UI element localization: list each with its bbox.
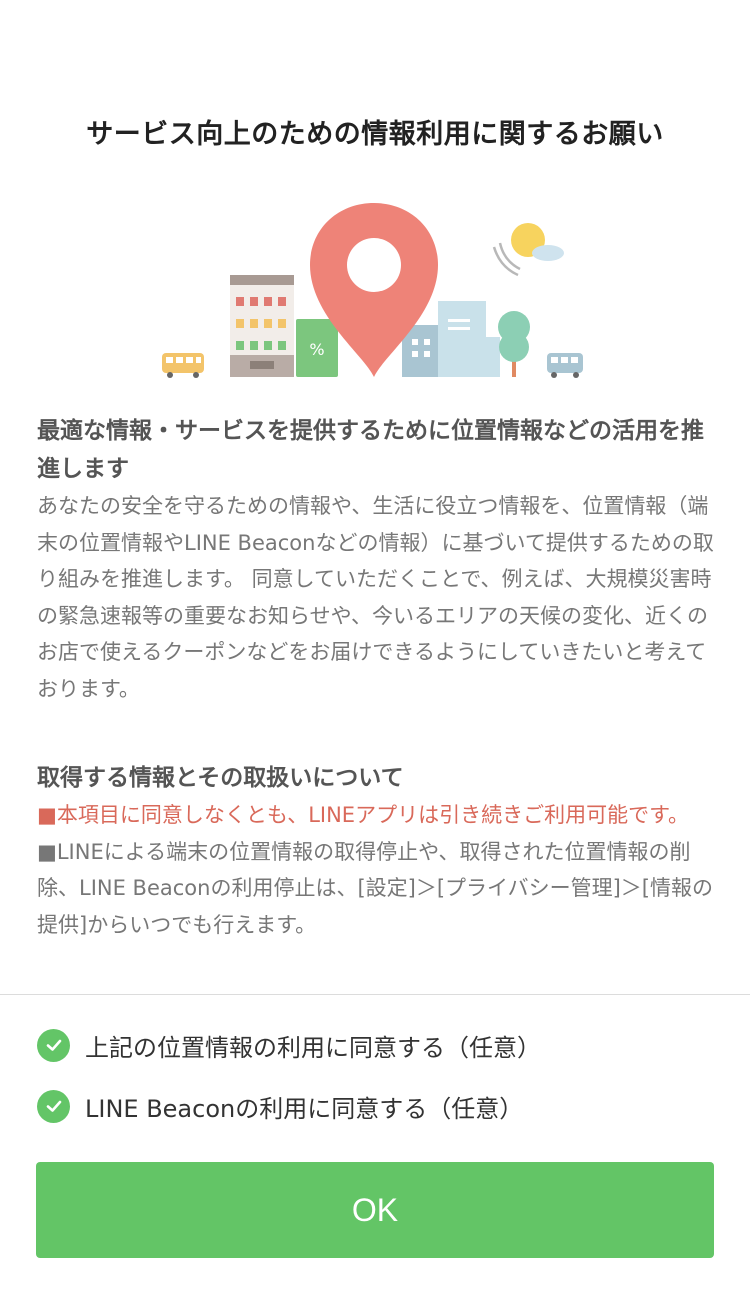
notice-settings-path: ■LINEによる端末の位置情報の取得停止や、取得された位置情報の削除、LINE … <box>37 839 713 937</box>
consent-location-row[interactable]: 上記の位置情報の利用に同意する（任意） <box>37 1027 541 1063</box>
info-content: 最適な情報・サービスを提供するために位置情報などの活用を推進します あなたの安全… <box>37 412 717 943</box>
ok-button[interactable]: OK <box>36 1162 714 1258</box>
page-title: サービス向上のための情報利用に関するお願い <box>86 119 664 150</box>
check-circle-icon[interactable] <box>37 1028 70 1062</box>
divider <box>0 994 750 995</box>
building-icon <box>230 275 294 377</box>
coupon-icon: % <box>296 319 338 377</box>
consent-beacon-row[interactable]: LINE Beaconの利用に同意する（任意） <box>37 1088 523 1124</box>
section-heading-utilization: 最適な情報・サービスを提供するために位置情報などの活用を推進します <box>37 418 704 482</box>
consent-beacon-label[interactable]: LINE Beaconの利用に同意する（任意） <box>85 1089 523 1124</box>
location-illustration: % <box>162 203 583 378</box>
bus-right-icon <box>547 353 583 378</box>
section-data-handling: 取得する情報とその取扱いについて ■本項目に同意しなくとも、LINEアプリは引き… <box>37 759 717 943</box>
section-heading-data-handling: 取得する情報とその取扱いについて <box>37 765 404 791</box>
tree-icon <box>498 311 530 377</box>
bus-left-icon <box>162 353 204 378</box>
check-circle-icon[interactable] <box>37 1089 70 1123</box>
section-body-utilization: あなたの安全を守るための情報や、生活に役立つ情報を、位置情報（端末の位置情報やL… <box>37 494 714 701</box>
consent-location-label[interactable]: 上記の位置情報の利用に同意する（任意） <box>85 1028 541 1063</box>
svg-text:%: % <box>309 340 324 359</box>
sun-icon <box>492 223 564 277</box>
notice-optional-consent: ■本項目に同意しなくとも、LINEアプリは引き続きご利用可能です。 <box>37 803 689 827</box>
